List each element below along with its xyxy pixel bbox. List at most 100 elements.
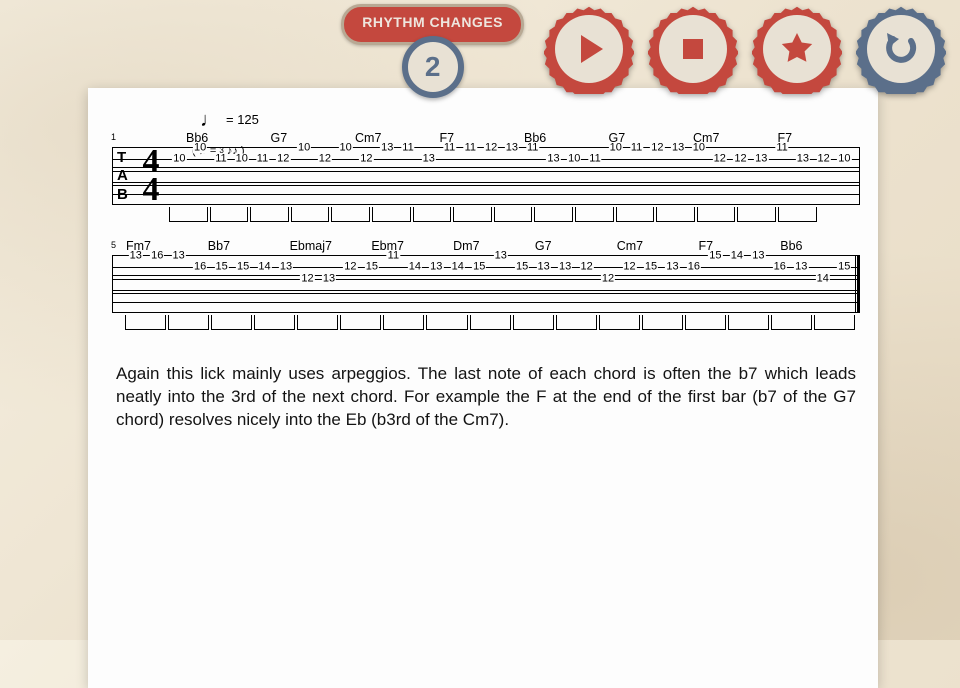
fret-number: 12	[816, 154, 830, 165]
fret-number: 13	[671, 143, 685, 154]
fret-number: 15	[472, 262, 486, 273]
fret-number: 12	[713, 154, 727, 165]
fret-number: 12	[622, 262, 636, 273]
star-icon	[777, 29, 817, 69]
fret-number: 14	[730, 251, 744, 262]
fret-number: 15	[214, 262, 228, 273]
fret-number: 14	[451, 262, 465, 273]
fret-number: 13	[172, 251, 186, 262]
lesson-number: 2	[402, 36, 464, 98]
fret-number: 13	[754, 154, 768, 165]
fret-number: 13	[505, 143, 519, 154]
fret-number: 15	[365, 262, 379, 273]
bar-number: 5	[111, 240, 116, 250]
time-signature: 4 4	[139, 146, 163, 206]
tab-system-1: Bb6G7Cm7F7Bb6G7Cm7F7 (♫ = 3 ♪♪) 1 T A B …	[112, 147, 860, 205]
fret-number: 15	[708, 251, 722, 262]
chord-symbol: Bb6	[778, 239, 860, 253]
fret-number: 13	[537, 262, 551, 273]
fret-number: 13	[279, 262, 293, 273]
undo-icon	[881, 29, 921, 69]
fret-number: 15	[515, 262, 529, 273]
chord-symbol: Ebmaj7	[288, 239, 370, 253]
fret-number: 16	[150, 251, 164, 262]
fret-number: 12	[484, 143, 498, 154]
tab-system-2: Fm7Bb7Ebmaj7Ebm7Dm7G7Cm7F7Bb6 5 13161316…	[112, 255, 860, 313]
fret-number: 16	[773, 262, 787, 273]
fret-number: 13	[429, 262, 443, 273]
fret-number: 13	[796, 154, 810, 165]
fret-number: 10	[297, 143, 311, 154]
fret-number: 13	[751, 251, 765, 262]
explanation-text: Again this lick mainly uses arpeggios. T…	[112, 363, 860, 432]
chord-symbol: G7	[533, 239, 615, 253]
fret-number: 13	[322, 273, 336, 284]
fret-number: 11	[387, 251, 400, 262]
fret-number: 12	[650, 143, 664, 154]
fret-number: 10	[567, 154, 581, 165]
fret-number: 14	[408, 262, 422, 273]
fret-number: 13	[129, 251, 143, 262]
play-icon	[569, 29, 609, 69]
chord-symbol: Ebm7	[369, 239, 451, 253]
chord-symbol: Cm7	[615, 239, 697, 253]
fret-number: 13	[546, 154, 560, 165]
fret-number: 10	[609, 143, 623, 154]
lesson-badge: RHYTHM CHANGES 2	[341, 4, 524, 45]
back-button[interactable]	[856, 4, 946, 94]
fret-number: 14	[257, 262, 271, 273]
fret-number: 11	[256, 154, 269, 165]
fret-number: 11	[401, 143, 414, 154]
fret-number: 13	[558, 262, 572, 273]
tab-label: T A B	[117, 148, 135, 204]
fret-number: 13	[665, 262, 679, 273]
chord-symbol: Cm7	[353, 131, 438, 145]
chord-row-2: Fm7Bb7Ebmaj7Ebm7Dm7G7Cm7F7Bb6	[112, 239, 860, 253]
fret-number: 10	[235, 154, 249, 165]
fret-number: 10	[837, 154, 851, 165]
fret-number: 11	[443, 143, 456, 154]
fret-number: 10	[193, 143, 207, 154]
fret-number: 11	[630, 143, 643, 154]
fret-number: 11	[588, 154, 601, 165]
top-toolbar: RHYTHM CHANGES 2	[0, 4, 960, 94]
fret-number: 12	[733, 154, 747, 165]
score-sheet: ♩ = 125 Bb6G7Cm7F7Bb6G7Cm7F7 (♫ = 3 ♪♪) …	[88, 88, 878, 688]
fret-number: 15	[837, 262, 851, 273]
fret-number: 13	[380, 143, 394, 154]
fret-number: 16	[193, 262, 207, 273]
fret-number: 16	[687, 262, 701, 273]
fret-number: 11	[526, 143, 539, 154]
fret-number: 15	[236, 262, 250, 273]
fret-number: 13	[794, 262, 808, 273]
chord-symbol: Bb7	[206, 239, 288, 253]
chord-symbol: Dm7	[451, 239, 533, 253]
fret-number: 12	[601, 273, 615, 284]
favorite-button[interactable]	[752, 4, 842, 94]
quarter-note-icon: ♩	[200, 115, 220, 125]
fret-number: 10	[172, 154, 186, 165]
fret-number: 12	[300, 273, 314, 284]
fret-number: 11	[214, 154, 227, 165]
fret-number: 10	[692, 143, 706, 154]
fret-number: 15	[644, 262, 658, 273]
tempo-value: = 125	[226, 112, 259, 127]
fret-number: 11	[775, 143, 788, 154]
play-button[interactable]	[544, 4, 634, 94]
fret-number: 12	[343, 262, 357, 273]
fret-number: 12	[579, 262, 593, 273]
tempo-marking: ♩ = 125	[200, 112, 860, 127]
stop-icon	[673, 29, 713, 69]
fret-number: 14	[816, 273, 830, 284]
tab-stave-1: 1 T A B 4 4 1010111011121012101213111311…	[112, 147, 860, 205]
stop-button[interactable]	[648, 4, 738, 94]
fret-number: 10	[339, 143, 353, 154]
fret-number: 11	[464, 143, 477, 154]
fret-number: 12	[276, 154, 290, 165]
fret-number: 13	[494, 251, 508, 262]
fret-number: 12	[318, 154, 332, 165]
fret-number: 12	[359, 154, 373, 165]
tab-stave-2: 5 13161316151514131213121511141314151315…	[112, 255, 860, 313]
fret-number: 13	[422, 154, 436, 165]
bar-number: 1	[111, 132, 116, 142]
